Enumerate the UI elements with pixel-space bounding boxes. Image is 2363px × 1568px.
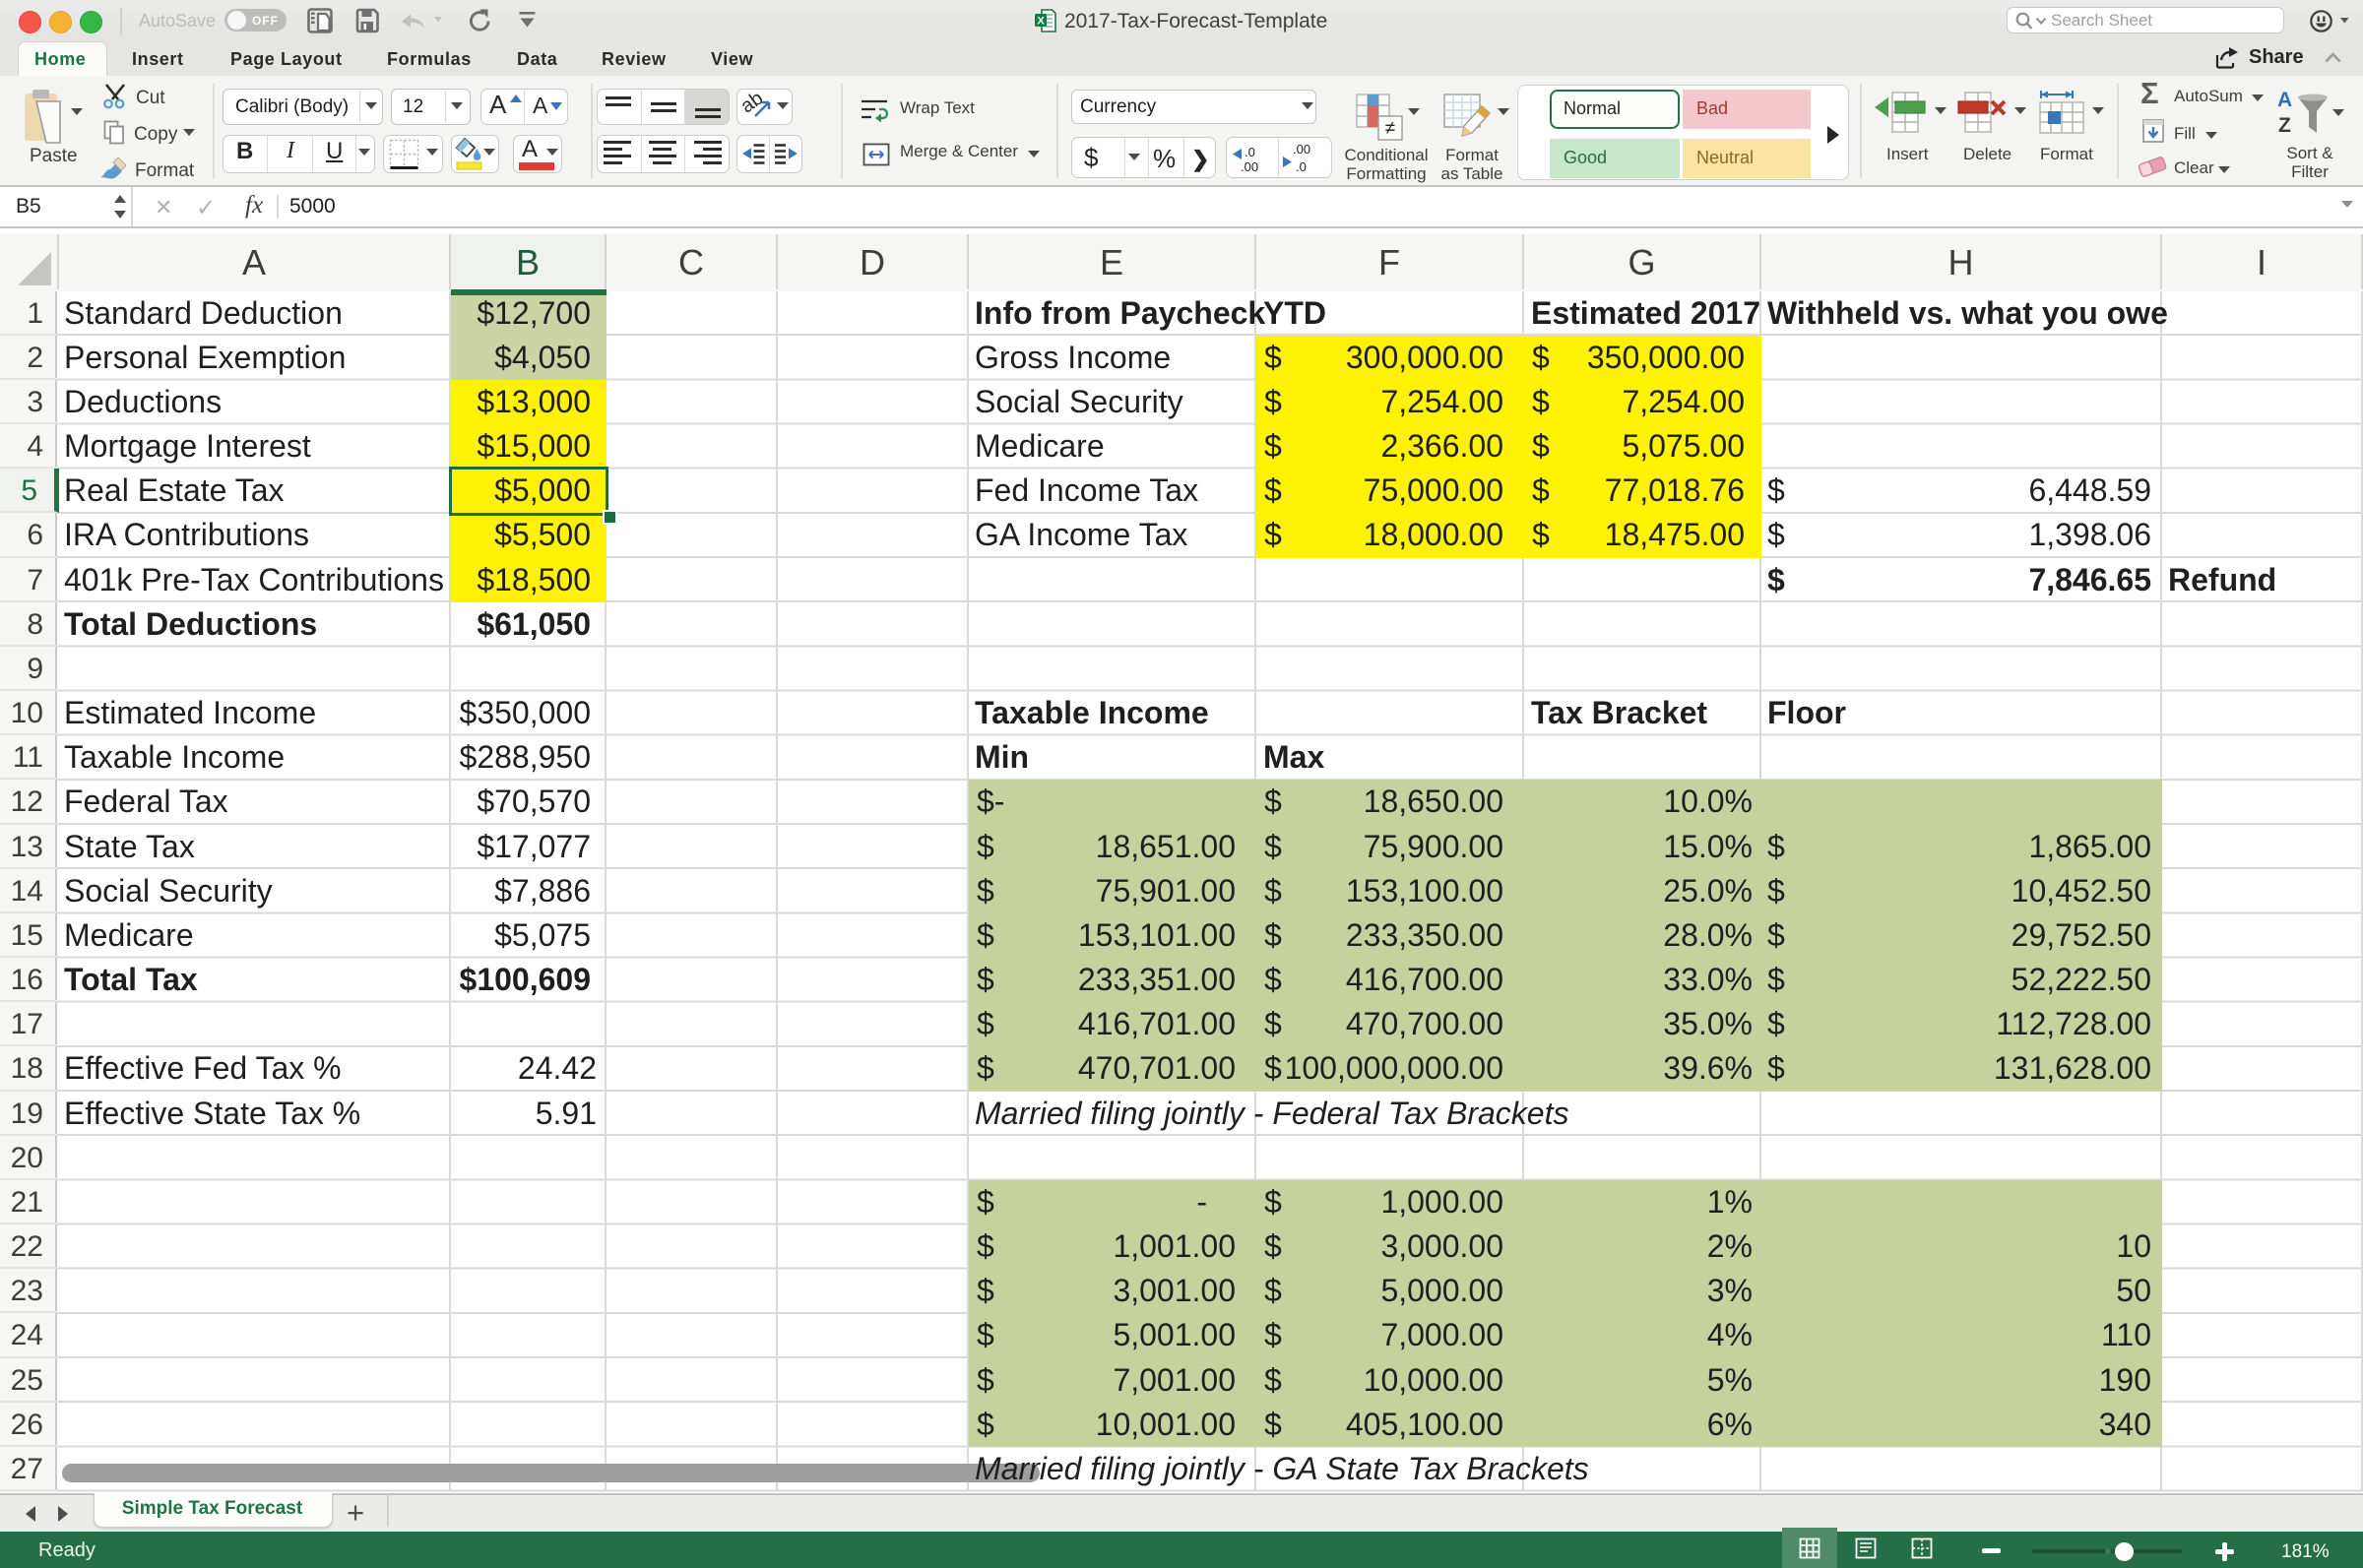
svg-text:.0: .0	[1296, 159, 1307, 174]
svg-text:Z: Z	[2278, 114, 2291, 137]
svg-text:.00: .00	[1293, 142, 1310, 157]
svg-text:.00: .00	[1241, 159, 1258, 174]
svg-text:≠: ≠	[1385, 118, 1395, 139]
svg-text:X: X	[1037, 16, 1045, 28]
svg-text:A: A	[2277, 89, 2292, 111]
svg-text:.0: .0	[1245, 145, 1255, 159]
